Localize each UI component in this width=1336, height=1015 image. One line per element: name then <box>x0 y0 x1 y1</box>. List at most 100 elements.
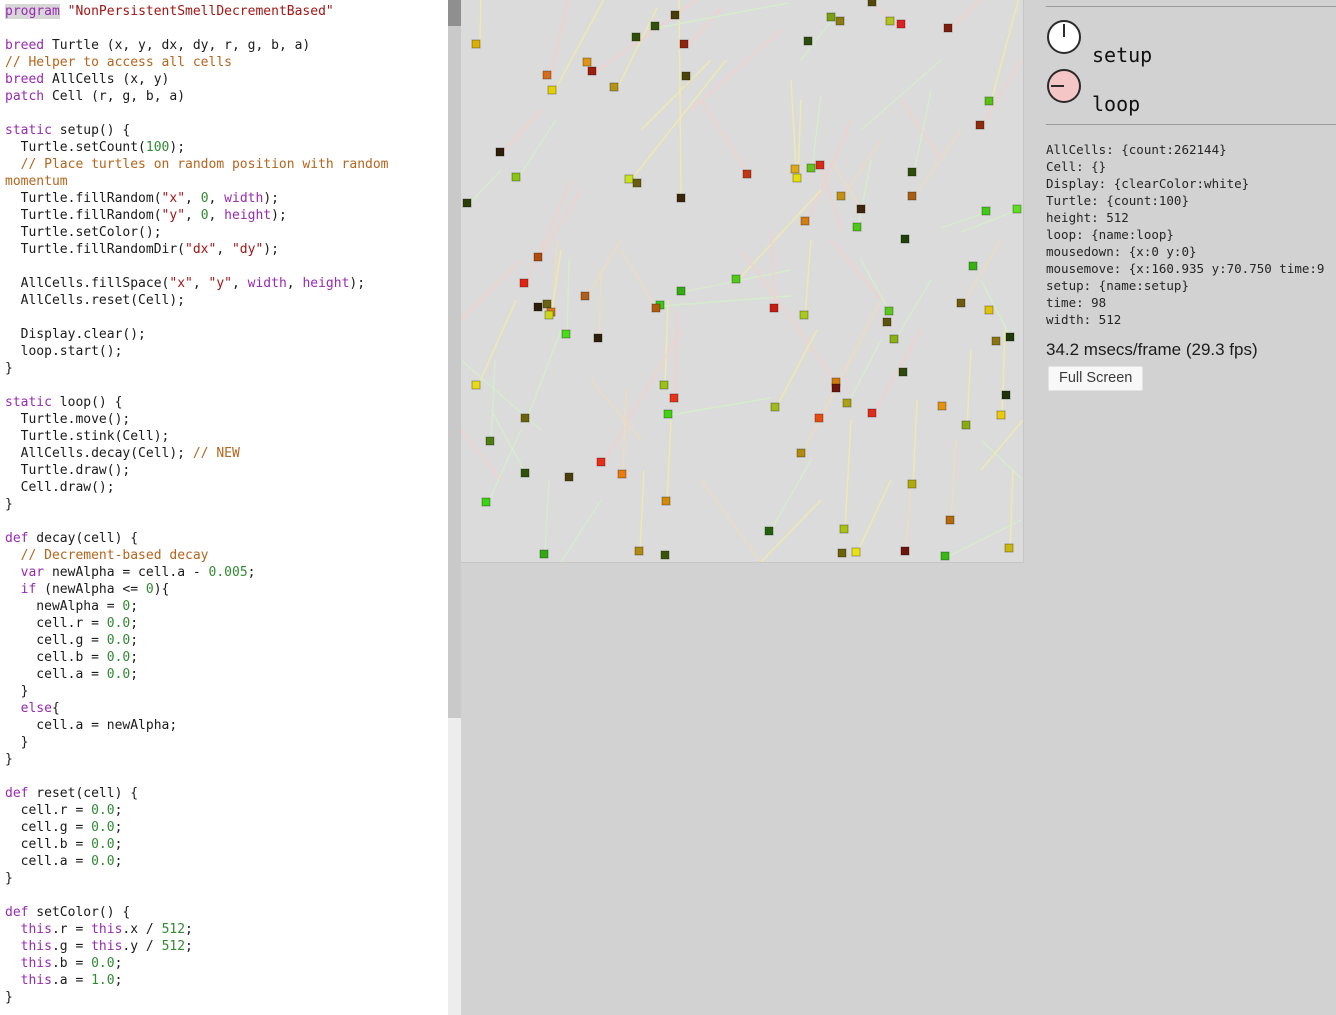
turtle-square <box>976 121 984 129</box>
code-line <box>5 20 448 37</box>
code-line: Turtle.setCount(100); <box>5 139 448 156</box>
simulation-canvas[interactable] <box>461 0 1024 563</box>
turtle-square <box>472 40 480 48</box>
turtle-square <box>982 207 990 215</box>
turtle-square <box>597 458 605 466</box>
code-line: cell.a = 0.0; <box>5 853 448 870</box>
trail-line <box>701 480 761 562</box>
clock-hand-icon <box>1051 85 1064 87</box>
trail-line <box>981 420 1023 470</box>
turtle-square <box>944 24 952 32</box>
turtle-square <box>897 20 905 28</box>
code-line <box>5 258 448 275</box>
turtle-square <box>804 37 812 45</box>
turtle-square <box>1005 544 1013 552</box>
trail-line <box>812 95 821 169</box>
turtle-square <box>664 410 672 418</box>
status-line: setup: {name:setup} <box>1046 277 1336 294</box>
turtle-square <box>901 235 909 243</box>
turtle-square <box>463 199 471 207</box>
setup-button[interactable] <box>1047 20 1081 54</box>
turtle-square <box>472 381 480 389</box>
code-line: Turtle.stink(Cell); <box>5 428 448 445</box>
code-line: } <box>5 734 448 751</box>
code-line: cell.g = 0.0; <box>5 632 448 649</box>
turtle-square <box>486 437 494 445</box>
turtle-square <box>765 527 773 535</box>
turtle-square <box>843 399 851 407</box>
trail-line <box>623 390 626 475</box>
trail-line <box>691 30 781 110</box>
trail-line <box>770 460 811 532</box>
turtle-square <box>857 205 865 213</box>
status-list: AllCells: {count:262144}Cell: {}Display:… <box>1046 141 1336 328</box>
editor-scrollbar[interactable] <box>448 0 461 1015</box>
code-line: Turtle.fillRandom("y", 0, height); <box>5 207 448 224</box>
trail-line <box>688 8 721 46</box>
code-line: if (newAlpha <= 0){ <box>5 581 448 598</box>
trail-line <box>556 0 609 88</box>
turtle-square <box>732 275 740 283</box>
turtle-square <box>807 164 815 172</box>
turtle-square <box>885 307 893 315</box>
trail-line <box>1002 330 1005 416</box>
turtle-square <box>680 40 688 48</box>
turtle-square <box>496 148 504 156</box>
turtle-square <box>743 170 751 178</box>
turtle-square <box>512 173 520 181</box>
code-line: } <box>5 751 448 768</box>
trail-line <box>982 60 1021 126</box>
trail-line <box>631 60 726 180</box>
control-panel: setup loop AllCells: {count:262144}Cell:… <box>1024 0 1336 1015</box>
trail-line <box>861 60 941 130</box>
scrollbar-thumb[interactable] <box>448 0 461 26</box>
canvas-svg[interactable] <box>461 0 1023 562</box>
turtle-square <box>632 33 640 41</box>
turtle-square <box>583 58 591 66</box>
code-editor[interactable]: program "NonPersistentSmellDecrementBase… <box>0 0 448 1015</box>
turtle-square <box>594 334 602 342</box>
fullscreen-button[interactable]: Full Screen <box>1048 366 1143 391</box>
turtle-square <box>840 525 848 533</box>
trail-line <box>621 250 657 309</box>
trail-line <box>551 0 569 76</box>
trail-line <box>1010 470 1013 549</box>
code-line <box>5 513 448 530</box>
code-line <box>5 887 448 904</box>
trail-line <box>670 398 771 415</box>
code-line: Turtle.move(); <box>5 411 448 428</box>
trail-line <box>561 500 601 562</box>
code-line: AllCells.decay(Cell); // NEW <box>5 445 448 462</box>
setup-button-label: setup <box>1092 43 1152 67</box>
turtle-square <box>837 192 845 200</box>
turtle-square <box>565 473 573 481</box>
turtle-square <box>985 97 993 105</box>
code-line: AllCells.fillSpace("x", "y", width, heig… <box>5 275 448 292</box>
turtle-square <box>816 161 824 169</box>
turtle-square <box>853 223 861 231</box>
trail-line <box>861 260 890 312</box>
code-line: this.g = this.y / 512; <box>5 938 448 955</box>
turtle-square <box>883 318 891 326</box>
code-line: Cell.draw(); <box>5 479 448 496</box>
code-line: cell.g = 0.0; <box>5 819 448 836</box>
trail-line <box>641 60 711 130</box>
scrollbar-track[interactable] <box>448 0 461 718</box>
loop-button[interactable] <box>1047 69 1081 103</box>
trail-line <box>776 330 817 408</box>
status-line: width: 512 <box>1046 311 1336 328</box>
turtle-square <box>482 498 490 506</box>
turtle-square <box>1013 205 1021 213</box>
code-line: Turtle.fillRandom("x", 0, width); <box>5 190 448 207</box>
turtle-square <box>868 0 876 6</box>
turtle-square <box>852 548 860 556</box>
turtle-square <box>793 174 801 182</box>
code-line: this.b = 0.0; <box>5 955 448 972</box>
trail-line <box>545 480 549 555</box>
trail-line <box>540 190 581 258</box>
code-line: this.a = 1.0; <box>5 972 448 989</box>
code-line: // Decrement-based decay <box>5 547 448 564</box>
trail-line <box>587 240 621 297</box>
trail-line <box>848 340 881 404</box>
turtle-square <box>562 330 570 338</box>
